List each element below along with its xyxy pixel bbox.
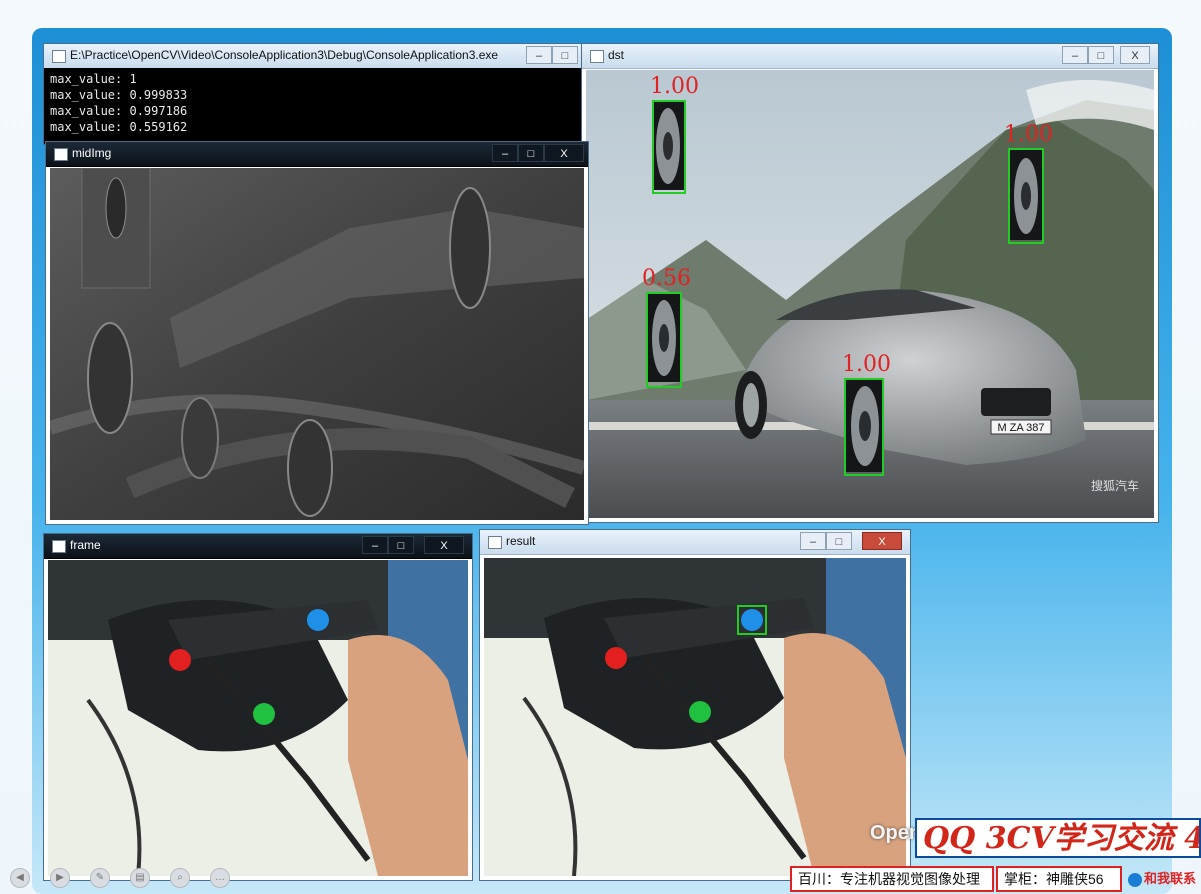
midimg-title: midImg — [72, 146, 112, 160]
match-response-map — [47, 167, 587, 520]
console-titlebar[interactable]: E:\Practice\OpenCV\Video\ConsoleApplicat… — [44, 44, 592, 69]
result-image — [484, 558, 906, 877]
minimize-button[interactable]: – — [800, 532, 826, 550]
tag-right: 掌柜：神雕侠56 — [996, 866, 1122, 892]
console-line: max_value: 0.559162 — [50, 120, 188, 134]
detection-score: 1.00 — [650, 74, 699, 99]
maximize-button[interactable]: □ — [826, 532, 852, 550]
result-titlebar[interactable]: result – □ X — [480, 530, 910, 555]
controller-result-frame — [484, 558, 906, 877]
result-title: result — [506, 534, 536, 548]
midimg-window-icon — [54, 148, 68, 161]
close-button[interactable]: X — [544, 144, 584, 162]
frame-title: frame — [70, 538, 101, 552]
console-output: max_value: 1 max_value: 0.999833 max_val… — [44, 68, 592, 144]
console-window[interactable]: E:\Practice\OpenCV\Video\ConsoleApplicat… — [44, 44, 592, 144]
dst-titlebar[interactable]: dst – □ X — [582, 44, 1158, 69]
console-title: E:\Practice\OpenCV\Video\ConsoleApplicat… — [70, 48, 499, 62]
zoom-icon[interactable]: ⌕ — [170, 868, 190, 888]
wheel-detection-box — [844, 378, 884, 476]
midimg-window[interactable]: midImg – □ X — [46, 142, 588, 524]
slideshow-controls: ◀ ▶ ✎ ▤ ⌕ … — [0, 860, 280, 894]
qq-banner-text: QQ 3CV学习交流 461 — [923, 821, 1199, 856]
contact-label: 和我联系 — [1144, 871, 1197, 886]
midimg-image — [47, 167, 587, 520]
dst-title: dst — [608, 48, 625, 62]
slides-icon[interactable]: ▤ — [130, 868, 150, 888]
more-icon[interactable]: … — [210, 868, 230, 888]
detection-score: 0.56 — [642, 266, 691, 291]
detection-score: 1.00 — [1004, 122, 1053, 147]
previous-slide-icon[interactable]: ◀ — [10, 868, 30, 888]
close-button[interactable]: X — [1120, 46, 1150, 64]
frame-titlebar[interactable]: frame – □ X — [44, 534, 472, 559]
result-window[interactable]: result – □ X — [480, 530, 910, 880]
pen-icon[interactable]: ✎ — [90, 868, 110, 888]
contact-link[interactable]: 和我联系 — [1128, 866, 1201, 892]
minimize-button[interactable]: – — [362, 536, 388, 554]
dst-window[interactable]: dst – □ X M ZA 387 搜狐汽车 1.00 1.00 0.56 1… — [582, 44, 1158, 522]
frame-window-icon — [52, 540, 66, 553]
controller-camera-frame — [48, 560, 468, 877]
frame-window[interactable]: frame – □ X — [44, 534, 472, 880]
close-button[interactable]: X — [862, 532, 902, 550]
qq-icon — [1128, 872, 1142, 887]
minimize-button[interactable]: – — [492, 144, 518, 162]
wheel-detection-box — [646, 292, 682, 388]
tag-left: 百川：专注机器视觉图像处理 — [790, 866, 994, 892]
close-button[interactable]: X — [424, 536, 464, 554]
minimize-button[interactable]: – — [526, 46, 552, 64]
maximize-button[interactable]: □ — [1088, 46, 1114, 64]
frame-image — [48, 560, 468, 877]
dst-image: M ZA 387 搜狐汽车 1.00 1.00 0.56 1.00 — [586, 70, 1154, 518]
wheel-detection-box — [1008, 148, 1044, 244]
maximize-button[interactable]: □ — [388, 536, 414, 554]
console-app-icon — [52, 50, 66, 63]
console-line: max_value: 0.999833 — [50, 88, 188, 102]
console-line: max_value: 0.997186 — [50, 104, 188, 118]
detection-score: 1.00 — [842, 352, 891, 377]
source-watermark: 搜狐汽车 — [1091, 478, 1139, 493]
minimize-button[interactable]: – — [1062, 46, 1088, 64]
qq-banner: QQ 3CV学习交流 461 — [915, 818, 1201, 858]
midimg-titlebar[interactable]: midImg – □ X — [46, 142, 588, 167]
maximize-button[interactable]: □ — [552, 46, 578, 64]
dst-window-icon — [590, 50, 604, 63]
result-window-icon — [488, 536, 502, 549]
maximize-button[interactable]: □ — [518, 144, 544, 162]
wheel-detection-box — [652, 100, 686, 194]
next-slide-icon[interactable]: ▶ — [50, 868, 70, 888]
console-line: max_value: 1 — [50, 72, 137, 86]
license-plate: M ZA 387 — [997, 422, 1044, 434]
